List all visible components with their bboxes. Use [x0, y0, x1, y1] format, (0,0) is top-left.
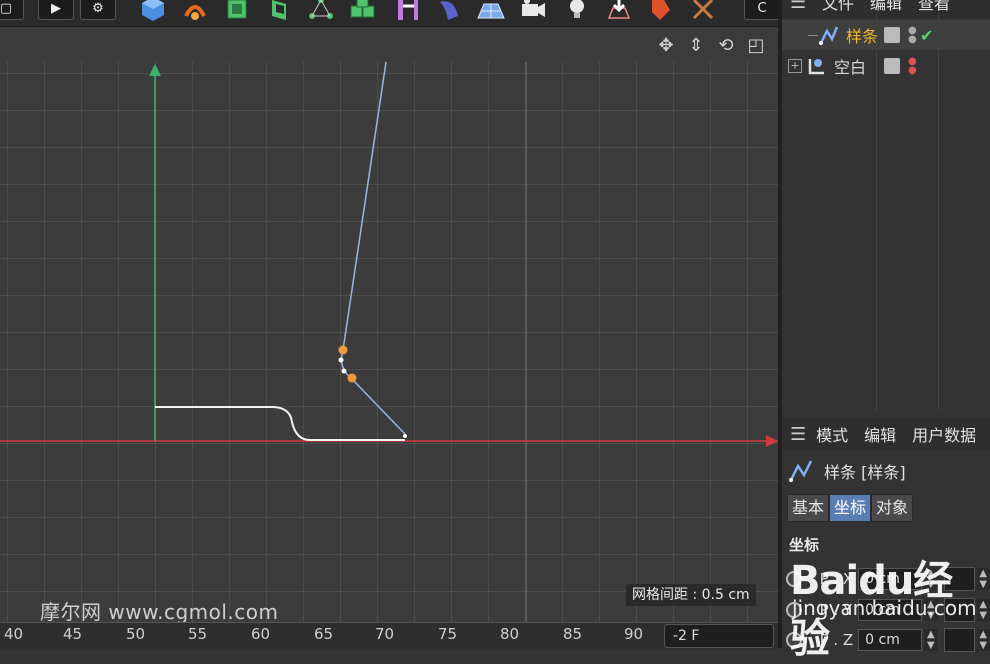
move-icon[interactable]: ✥: [654, 33, 678, 57]
zoom-icon[interactable]: ⇕: [684, 33, 708, 57]
ruler-tick: 60: [251, 625, 270, 643]
light-icon[interactable]: [562, 0, 592, 22]
tangent-handle[interactable]: [339, 358, 344, 363]
bone-icon[interactable]: [688, 0, 718, 22]
spline-point[interactable]: [403, 434, 407, 438]
ruler-tick: 45: [63, 625, 82, 643]
menu-user-data[interactable]: 用户数据: [912, 422, 976, 446]
rotate-icon[interactable]: ⟲: [714, 33, 738, 57]
object-row-null[interactable]: + 空白 ●●: [782, 51, 990, 81]
extrude-icon[interactable]: [264, 0, 294, 22]
menu-mode[interactable]: 模式: [816, 422, 848, 446]
ruler-tick: 90: [624, 625, 643, 643]
render-icon[interactable]: [604, 0, 634, 22]
hamburger-icon[interactable]: ☰: [790, 0, 812, 13]
menu-edit[interactable]: 编辑: [870, 0, 902, 14]
gear-icon[interactable]: ⚙: [80, 0, 116, 20]
edit-tag-icon[interactable]: [884, 58, 900, 74]
spline-icon: [818, 24, 840, 46]
watermark-cgmol: 摩尔网 www.cgmol.com: [40, 596, 279, 625]
grid-spacing-info: 网格间距 : 0.5 cm: [626, 584, 756, 606]
tab-object[interactable]: 对象: [871, 494, 913, 522]
profile-spline[interactable]: [155, 407, 405, 440]
viewport-header: ✥ ⇕ ⟲ ◰: [0, 27, 778, 62]
ruler-tick: 75: [438, 625, 457, 643]
attribute-title-text: 样条 [样条]: [824, 459, 906, 483]
attribute-title: 样条 [样条]: [788, 458, 906, 484]
network-icon[interactable]: [306, 0, 336, 22]
y-axis-arrow: [149, 64, 161, 76]
attribute-manager-menu: ☰ 模式 编辑 用户数据: [782, 418, 990, 450]
ruler-tick: 40: [4, 625, 23, 643]
tab-basic[interactable]: 基本: [787, 494, 829, 522]
null-icon: [806, 55, 828, 77]
watermark-baidu-url: jingyan.baidu.com: [792, 596, 977, 620]
spline-point[interactable]: [348, 374, 357, 383]
main-toolbar: ▢ ▶ ⚙ C: [0, 0, 778, 27]
ruler-tick: 50: [126, 625, 145, 643]
deformer-icon[interactable]: [434, 0, 464, 22]
x-axis-arrow: [766, 435, 778, 447]
visibility-dots-icon[interactable]: ●●: [908, 57, 917, 75]
cube-icon[interactable]: [138, 0, 168, 22]
square-icon[interactable]: ▢: [0, 0, 24, 20]
check-icon[interactable]: ✔: [920, 26, 933, 45]
object-manager-menu: ☰ 文件 编辑 查看: [782, 0, 990, 18]
expand-icon[interactable]: +: [788, 59, 802, 73]
current-frame-field[interactable]: -2 F: [664, 624, 774, 648]
ruler-tick: 65: [314, 625, 333, 643]
ruler-tick: 70: [375, 625, 394, 643]
menu-edit[interactable]: 编辑: [864, 422, 896, 446]
object-label[interactable]: 空白: [834, 54, 866, 78]
viewport-canvas: [0, 62, 778, 624]
object-label[interactable]: 样条: [846, 23, 878, 47]
bend-icon[interactable]: [180, 0, 210, 22]
cubes-icon[interactable]: [348, 0, 378, 22]
spline-point[interactable]: [339, 346, 348, 355]
object-row-spline[interactable]: 样条 ●● ✔: [782, 20, 990, 50]
menu-view[interactable]: 查看: [918, 0, 950, 14]
tab-coordinates[interactable]: 坐标: [829, 494, 871, 522]
tangent-handle[interactable]: [342, 369, 347, 374]
floor-icon[interactable]: [476, 0, 506, 22]
viewport-nav: ✥ ⇕ ⟲ ◰: [654, 33, 768, 57]
tree-connector: [808, 35, 818, 36]
edit-tag-icon[interactable]: [884, 27, 900, 43]
menu-file[interactable]: 文件: [822, 0, 854, 14]
cube-green-icon[interactable]: [222, 0, 252, 22]
ruler-tick: 80: [500, 625, 519, 643]
tag-icon[interactable]: [646, 0, 676, 22]
timeline-ruler[interactable]: 40 45 50 55 60 65 70 75 80 85 90: [0, 622, 778, 649]
ruler-tick: 55: [188, 625, 207, 643]
attribute-tabs: 基本 坐标 对象: [787, 494, 913, 522]
hamburger-icon[interactable]: ☰: [790, 424, 806, 445]
play-icon[interactable]: ▶: [38, 0, 74, 20]
boole-icon[interactable]: [392, 0, 422, 22]
viewport-2d[interactable]: [0, 62, 778, 624]
visibility-dots-icon[interactable]: ●●: [908, 26, 917, 44]
ruler-tick: 85: [563, 625, 582, 643]
spline-icon: [788, 458, 816, 484]
camera-icon[interactable]: [518, 0, 548, 22]
maximize-icon[interactable]: ◰: [744, 33, 768, 57]
c-icon[interactable]: C: [744, 0, 780, 20]
